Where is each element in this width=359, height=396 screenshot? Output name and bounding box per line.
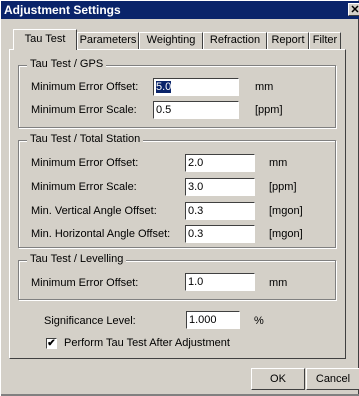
ts-min-error-offset-field[interactable]: 2.0 [185,154,255,172]
group-gps: Tau Test / GPS Minimum Error Offset: 5.0… [18,58,336,128]
ts-min-error-scale-field[interactable]: 3.0 [185,178,255,196]
gps-min-error-offset-unit: mm [255,81,274,93]
ts-min-horizontal-angle-offset-label: Min. Horizontal Angle Offset: [31,228,171,240]
ts-min-vertical-angle-offset-label: Min. Vertical Angle Offset: [31,205,157,217]
perform-tau-test-label[interactable]: Perform Tau Test After Adjustment [64,337,230,349]
group-total-station-title: Tau Test / Total Station [27,133,144,145]
tab-filter[interactable]: Filter [309,32,341,49]
gps-min-error-scale-field[interactable]: 0.5 [153,101,239,119]
ts-min-vertical-angle-offset-field[interactable]: 0.3 [185,202,255,220]
tab-report[interactable]: Report [267,32,309,49]
gps-min-error-scale-unit: [ppm] [255,104,283,116]
ts-min-error-offset-label: Minimum Error Offset: [31,157,139,169]
lev-min-error-offset-field[interactable]: 1.0 [185,273,255,291]
dialog-window: Adjustment Settings ✕ Tau Test Parameter… [0,0,359,396]
gps-min-error-offset-label: Minimum Error Offset: [31,81,139,93]
significance-level-unit: % [254,315,264,327]
ok-button[interactable]: OK [251,368,305,390]
gps-min-error-scale-label: Minimum Error Scale: [31,104,137,116]
ts-min-error-offset-unit: mm [269,157,288,169]
tab-panel: Tau Test / GPS Minimum Error Offset: 5.0… [9,49,346,359]
tab-tau-test[interactable]: Tau Test [13,29,77,50]
ts-min-horizontal-angle-offset-unit: [mgon] [269,228,303,240]
lev-min-error-offset-label: Minimum Error Offset: [31,277,139,289]
ts-min-horizontal-angle-offset-field[interactable]: 0.3 [185,225,255,243]
lev-min-error-offset-unit: mm [269,277,288,289]
perform-tau-test-checkbox[interactable]: ✔ [46,338,57,349]
title-bar[interactable]: Adjustment Settings ✕ [1,1,359,19]
cancel-button[interactable]: Cancel [306,368,359,390]
significance-level-label: Significance Level: [44,315,136,327]
group-total-station: Tau Test / Total Station Minimum Error O… [18,133,336,248]
tab-refraction[interactable]: Refraction [203,32,267,49]
tab-parameters[interactable]: Parameters [77,32,139,49]
ts-min-error-scale-unit: [ppm] [269,181,297,193]
tab-weighting[interactable]: Weighting [139,32,203,49]
group-gps-title: Tau Test / GPS [27,58,107,70]
window-title: Adjustment Settings [4,3,121,17]
ts-min-vertical-angle-offset-unit: [mgon] [269,205,303,217]
gps-min-error-offset-field[interactable]: 5.0 [153,78,239,96]
group-levelling-title: Tau Test / Levelling [27,253,127,265]
close-icon[interactable]: ✕ [348,3,359,16]
ts-min-error-scale-label: Minimum Error Scale: [31,181,137,193]
group-levelling: Tau Test / Levelling Minimum Error Offse… [18,253,336,300]
significance-level-field[interactable]: 1.000 [186,311,240,329]
